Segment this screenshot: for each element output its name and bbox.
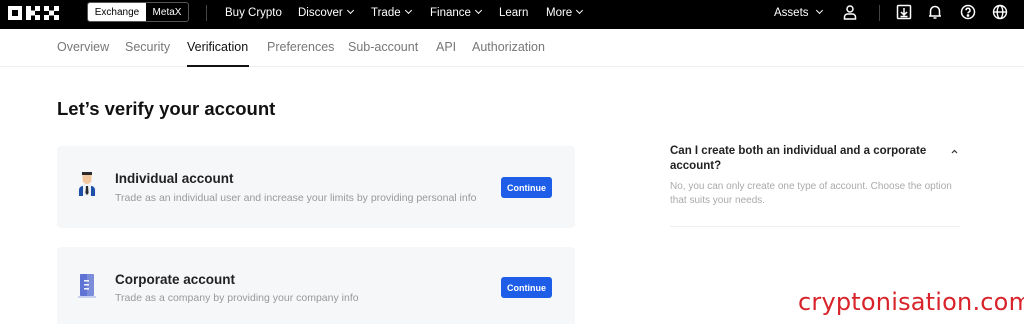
nav-trade[interactable]: Trade: [371, 5, 412, 21]
card-title: Corporate account: [115, 272, 236, 287]
tab-verification[interactable]: Verification: [187, 40, 248, 54]
corporate-continue-button[interactable]: Continue: [501, 277, 552, 298]
globe-icon[interactable]: [992, 4, 1008, 20]
person-icon: [77, 172, 97, 196]
nav-assets[interactable]: Assets: [774, 5, 823, 21]
tab-security[interactable]: Security: [125, 40, 170, 54]
nav-more[interactable]: More: [546, 5, 584, 21]
nav-discover[interactable]: Discover: [298, 5, 354, 21]
chevron-down-icon: [576, 6, 584, 15]
corporate-account-card[interactable]: Corporate account Trade as a company by …: [57, 247, 575, 324]
chevron-down-icon: [815, 6, 823, 15]
faq-divider: [670, 226, 960, 227]
nav-buy-crypto[interactable]: Buy Crypto: [225, 5, 282, 21]
faq-question[interactable]: Can I create both an individual and a co…: [670, 144, 945, 174]
nav-divider: [879, 5, 880, 21]
chevron-down-icon: [474, 6, 482, 15]
card-description: Trade as an individual user and increase…: [115, 192, 477, 204]
exchange-tab[interactable]: Exchange: [88, 3, 146, 21]
card-description: Trade as a company by providing your com…: [115, 292, 359, 304]
tab-authorization[interactable]: Authorization: [472, 40, 545, 54]
individual-account-card[interactable]: Individual account Trade as an individua…: [57, 146, 575, 228]
card-title: Individual account: [115, 171, 234, 186]
building-icon: [78, 274, 96, 298]
page-title: Let’s verify your account: [57, 98, 276, 119]
bell-icon[interactable]: [927, 4, 943, 20]
faq-answer: No, you can only create one type of acco…: [670, 181, 952, 206]
nav-finance[interactable]: Finance: [430, 5, 482, 21]
account-subnav: Overview Security Verification Preferenc…: [0, 29, 1024, 67]
nav-learn[interactable]: Learn: [499, 5, 528, 21]
user-icon[interactable]: [842, 4, 858, 20]
tab-sub-account[interactable]: Sub-account: [348, 40, 418, 54]
tab-overview[interactable]: Overview: [57, 40, 109, 54]
chevron-up-icon[interactable]: [951, 148, 958, 155]
okx-logo[interactable]: [8, 5, 68, 21]
individual-continue-button[interactable]: Continue: [501, 177, 552, 198]
download-icon[interactable]: [896, 4, 912, 20]
watermark-text: cryptonisation.com: [798, 288, 1024, 316]
tab-preferences[interactable]: Preferences: [267, 40, 334, 54]
chevron-down-icon: [404, 6, 412, 15]
top-navigation-bar: Exchange MetaX Buy Crypto Discover Trade…: [0, 0, 1024, 29]
tab-api[interactable]: API: [436, 40, 456, 54]
chevron-down-icon: [346, 6, 354, 15]
help-icon[interactable]: [960, 4, 976, 20]
metax-tab[interactable]: MetaX: [146, 3, 188, 21]
nav-divider: [206, 5, 207, 21]
active-tab-indicator: [187, 65, 249, 67]
mode-switch: Exchange MetaX: [87, 2, 189, 22]
